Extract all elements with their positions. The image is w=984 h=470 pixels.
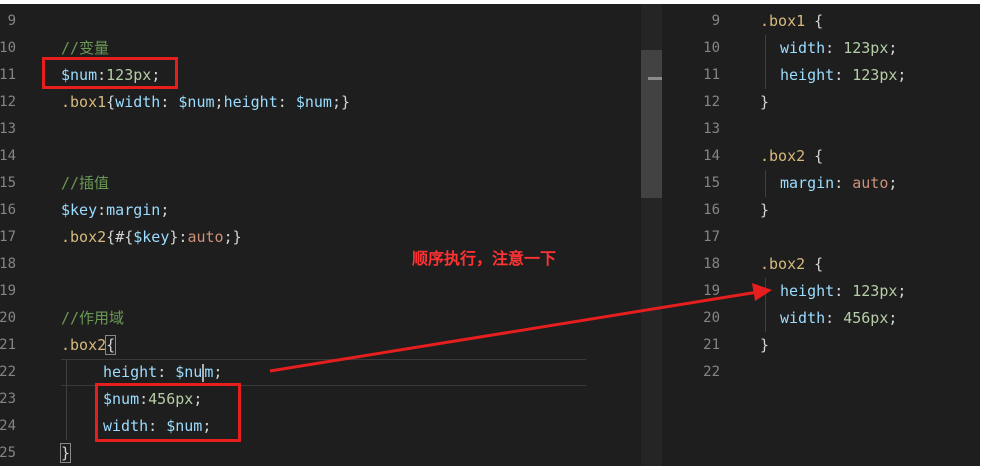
arrow-head — [752, 283, 772, 301]
annotation-arrow — [269, 283, 772, 373]
arrow-shaft — [269, 290, 759, 373]
screenshot-stage: 9 10 11 12 13 14 15 16 17 18 19 20 21 22… — [0, 0, 984, 470]
